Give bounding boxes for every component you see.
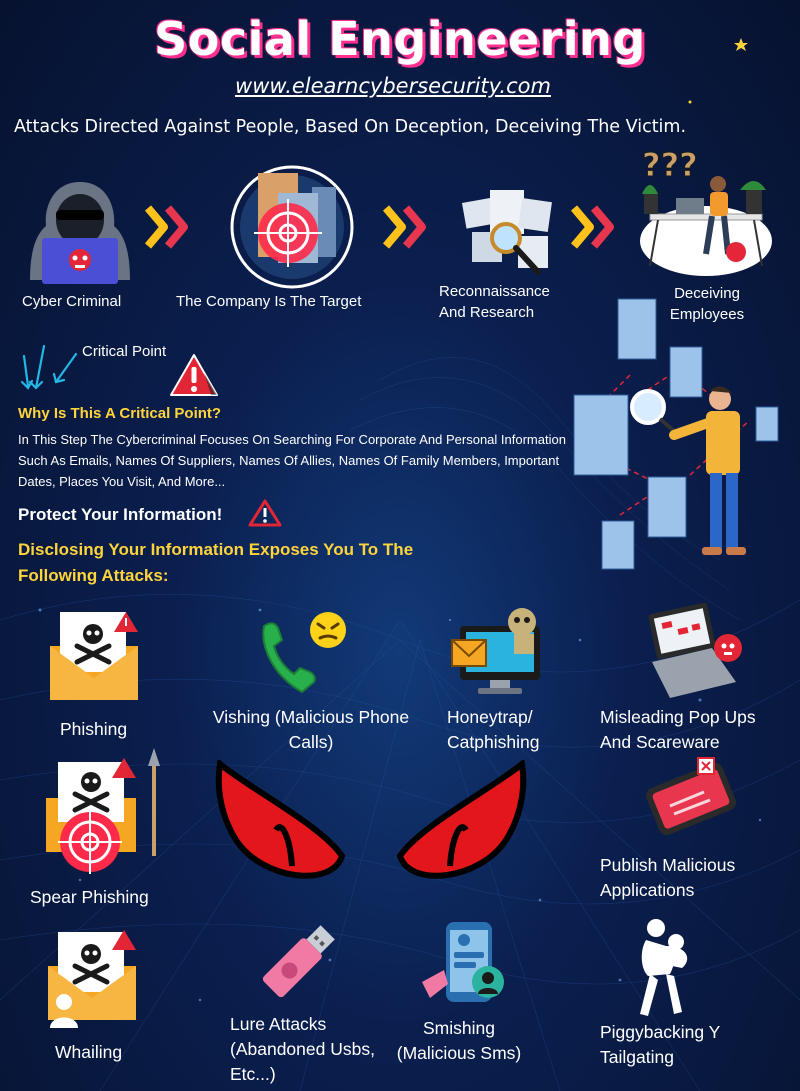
piggyback-people-icon <box>640 919 688 1016</box>
whaling-envelope-icon <box>48 930 136 1028</box>
flow-step-label: Cyber Criminal <box>22 293 122 310</box>
flow-step-label: The Company Is The Target <box>176 293 362 310</box>
disclosing-heading: Disclosing Your Information Exposes You … <box>18 540 414 585</box>
phishing-envelope-icon <box>50 612 138 700</box>
attack-label-smishing: Smishing (Malicious Sms) <box>396 1018 522 1063</box>
usb-drive-icon <box>262 925 335 998</box>
double-chevron-icon <box>144 205 188 249</box>
researcher-illustration-icon <box>573 298 779 570</box>
magnifier-documents-icon <box>461 190 552 275</box>
attack-label-whaling: Whailing <box>55 1042 123 1062</box>
warning-icon <box>170 354 218 396</box>
why-critical-heading: Why Is This A Critical Point? <box>18 405 222 422</box>
attack-label-piggyback: Piggybacking Y Tailgating <box>600 1022 720 1067</box>
confused-employee-icon: ??? <box>640 146 772 276</box>
critical-point-label: Critical Point <box>82 343 167 360</box>
phone-call-icon <box>262 612 346 694</box>
hooded-hacker-icon <box>30 182 130 284</box>
attack-label-vishing: Vishing (Malicious Phone Calls) <box>212 707 410 752</box>
attack-label-phishing: Phishing <box>60 719 128 739</box>
page-subtitle: Attacks Directed Against People, Based O… <box>14 117 687 137</box>
flow-step-label: Reconnaissance And Research <box>439 283 550 321</box>
page-title: Social Engineering <box>154 12 646 66</box>
honeytrap-monitor-icon <box>451 608 540 694</box>
malicious-app-phone-icon <box>646 757 736 836</box>
spear-phishing-icon <box>46 748 160 874</box>
warning-icon <box>248 499 282 527</box>
attack-label-spear-phishing: Spear Phishing <box>30 887 149 907</box>
protect-heading: Protect Your Information! <box>18 505 223 524</box>
website-link[interactable]: www.elearncybersecurity.com <box>0 74 786 98</box>
svg-text:???: ??? <box>642 146 698 184</box>
evil-eyes-icon <box>215 760 527 879</box>
attack-label-lure: Lure Attacks (Abandoned Usbs, Etc...) <box>230 1014 375 1084</box>
down-arrows-icon <box>20 344 78 390</box>
double-chevron-icon <box>382 205 426 249</box>
target-building-icon <box>230 165 354 289</box>
attack-label-honeytrap: Honeytrap/ Catphishing <box>447 707 540 752</box>
why-critical-body: In This Step The Cybercriminal Focuses O… <box>18 432 566 489</box>
double-chevron-icon <box>570 205 614 249</box>
scareware-laptop-icon <box>648 602 742 698</box>
attack-label-apps: Publish Malicious Applications <box>600 855 736 900</box>
sms-phone-icon <box>422 922 504 1002</box>
attack-label-popups: Misleading Pop Ups And Scareware <box>600 707 756 752</box>
